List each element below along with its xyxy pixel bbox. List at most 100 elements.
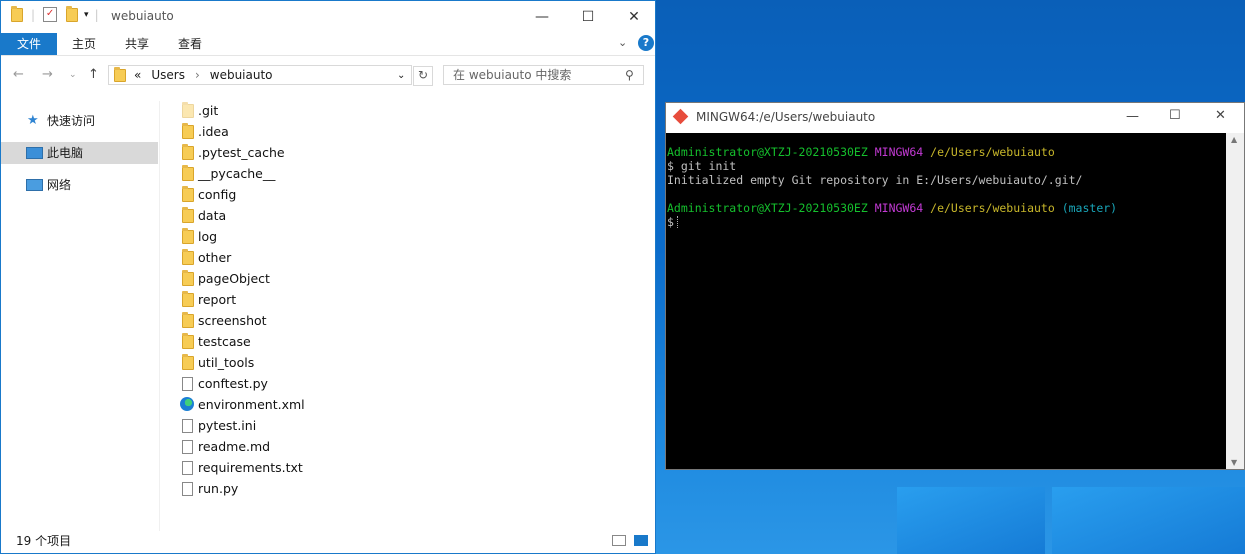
- forward-button[interactable]: →: [42, 67, 53, 82]
- sidebar-item-this-pc[interactable]: 此电脑: [1, 142, 158, 164]
- input-line[interactable]: $: [667, 215, 1226, 229]
- file-explorer-window: | ✓ ▾ | webuiauto — ☐ ✕ 文件 主页 共享 查看 ⌄ ? …: [0, 0, 656, 554]
- search-icon: ⚲: [625, 68, 634, 82]
- address-bar[interactable]: « Users › webuiauto ⌄: [108, 65, 412, 85]
- customize-toolbar-icon[interactable]: ▾: [84, 10, 89, 20]
- command-line: $ git init: [667, 159, 737, 173]
- output-line: Initialized empty Git repository in E:/U…: [667, 173, 1083, 187]
- breadcrumb-separator-icon: ›: [194, 68, 200, 82]
- search-input[interactable]: 在 webuiauto 中搜索: [443, 65, 644, 85]
- git-bash-icon: [672, 108, 689, 125]
- tab-file[interactable]: 文件: [1, 33, 58, 55]
- terminal-window: MINGW64:/e/Users/webuiauto — ☐ ✕ Adminis…: [665, 102, 1245, 470]
- recent-locations-button[interactable]: ⌄: [69, 70, 77, 80]
- terminal-minimize-button[interactable]: —: [1126, 109, 1139, 124]
- terminal-title: MINGW64:/e/Users/webuiauto: [696, 110, 876, 124]
- terminal-close-button[interactable]: ✕: [1215, 108, 1226, 123]
- terminal-maximize-button[interactable]: ☐: [1169, 108, 1181, 123]
- text-cursor: [676, 216, 679, 228]
- file-row[interactable]: data: [177, 205, 377, 226]
- sidebar-item-network[interactable]: 网络: [1, 174, 158, 196]
- file-row[interactable]: pageObject: [177, 268, 377, 289]
- up-button[interactable]: ↑: [88, 67, 99, 82]
- file-name: readme.md: [198, 439, 271, 454]
- star-pin-icon: ★: [27, 113, 39, 128]
- file-row[interactable]: requirements.txt: [177, 457, 377, 478]
- breadcrumb-webuiauto[interactable]: webuiauto: [210, 68, 273, 82]
- minimize-button[interactable]: —: [519, 1, 565, 33]
- file-name: requirements.txt: [198, 460, 303, 475]
- file-name: config: [198, 187, 237, 202]
- refresh-button[interactable]: ↻: [413, 66, 433, 86]
- file-row[interactable]: readme.md: [177, 436, 377, 457]
- ribbon-tabs: 文件 主页 共享 查看 ⌄ ?: [1, 33, 655, 56]
- scroll-up-icon[interactable]: ▲: [1231, 135, 1237, 144]
- expand-ribbon-icon[interactable]: ⌄: [618, 36, 627, 49]
- file-row[interactable]: .idea: [177, 121, 377, 142]
- file-name: conftest.py: [198, 376, 268, 391]
- navigation-pane: ★ 快速访问 此电脑 网络: [1, 101, 160, 531]
- file-name: .idea: [198, 124, 229, 139]
- scroll-down-icon[interactable]: ▼: [1231, 458, 1237, 467]
- window-title: webuiauto: [111, 9, 174, 23]
- file-name: testcase: [198, 334, 251, 349]
- address-dropdown-icon[interactable]: ⌄: [397, 70, 405, 81]
- file-row[interactable]: log: [177, 226, 377, 247]
- file-row[interactable]: screenshot: [177, 310, 377, 331]
- python-file-icon: [182, 482, 193, 503]
- item-count: 19 个项目: [16, 534, 72, 548]
- file-name: .pytest_cache: [198, 145, 285, 160]
- file-row[interactable]: testcase: [177, 331, 377, 352]
- file-row[interactable]: .git: [177, 100, 377, 121]
- large-icons-view-icon[interactable]: [634, 535, 648, 546]
- terminal-titlebar: MINGW64:/e/Users/webuiauto — ☐ ✕: [666, 103, 1244, 133]
- prompt-line: Administrator@XTZJ-20210530EZ MINGW64 /e…: [667, 201, 1118, 215]
- maximize-button[interactable]: ☐: [565, 1, 611, 33]
- desktop-logo-pane: [897, 487, 1045, 554]
- file-name: other: [198, 250, 232, 265]
- help-icon[interactable]: ?: [638, 35, 654, 51]
- quick-access-toolbar: | ✓ ▾ |: [11, 5, 99, 22]
- file-row[interactable]: __pycache__: [177, 163, 377, 184]
- file-name: __pycache__: [198, 166, 276, 181]
- tab-share[interactable]: 共享: [113, 33, 161, 55]
- file-row[interactable]: report: [177, 289, 377, 310]
- explorer-titlebar: | ✓ ▾ | webuiauto — ☐ ✕: [1, 1, 655, 33]
- breadcrumb-users[interactable]: Users: [151, 68, 185, 82]
- file-row[interactable]: util_tools: [177, 352, 377, 373]
- file-row[interactable]: config: [177, 184, 377, 205]
- file-name: data: [198, 208, 227, 223]
- address-overflow[interactable]: «: [134, 68, 141, 82]
- sidebar-item-quick-access[interactable]: ★ 快速访问: [1, 110, 158, 132]
- network-icon: [26, 179, 43, 191]
- tab-view[interactable]: 查看: [166, 33, 214, 55]
- file-name: pytest.ini: [198, 418, 257, 433]
- folder-icon: [11, 5, 23, 22]
- file-row[interactable]: pytest.ini: [177, 415, 377, 436]
- file-row[interactable]: .pytest_cache: [177, 142, 377, 163]
- tab-home[interactable]: 主页: [60, 33, 108, 55]
- file-row[interactable]: other: [177, 247, 377, 268]
- terminal-output[interactable]: Administrator@XTZJ-20210530EZ MINGW64 /e…: [666, 133, 1226, 469]
- terminal-scrollbar[interactable]: ▲ ▼: [1226, 133, 1244, 469]
- file-name: environment.xml: [198, 397, 305, 412]
- close-button[interactable]: ✕: [611, 1, 657, 33]
- file-name: run.py: [198, 481, 239, 496]
- file-name: report: [198, 292, 237, 307]
- properties-icon[interactable]: ✓: [43, 7, 58, 22]
- file-name: util_tools: [198, 355, 255, 370]
- desktop-logo-pane: [1052, 487, 1245, 554]
- prompt-line: Administrator@XTZJ-20210530EZ MINGW64 /e…: [667, 145, 1055, 159]
- back-button[interactable]: ←: [13, 67, 24, 82]
- status-bar: 19 个项目: [1, 529, 655, 553]
- file-name: .git: [198, 103, 219, 118]
- new-folder-icon[interactable]: [66, 5, 79, 22]
- navigation-bar: ← → ⌄ ↑ « Users › webuiauto ⌄ ↻ 在 webuia…: [1, 61, 655, 91]
- file-row[interactable]: run.py: [177, 478, 377, 499]
- details-view-icon[interactable]: [612, 535, 626, 546]
- file-row[interactable]: environment.xml: [177, 394, 377, 415]
- folder-icon: [114, 66, 126, 82]
- file-name: pageObject: [198, 271, 270, 286]
- computer-icon: [26, 147, 43, 159]
- file-row[interactable]: conftest.py: [177, 373, 377, 394]
